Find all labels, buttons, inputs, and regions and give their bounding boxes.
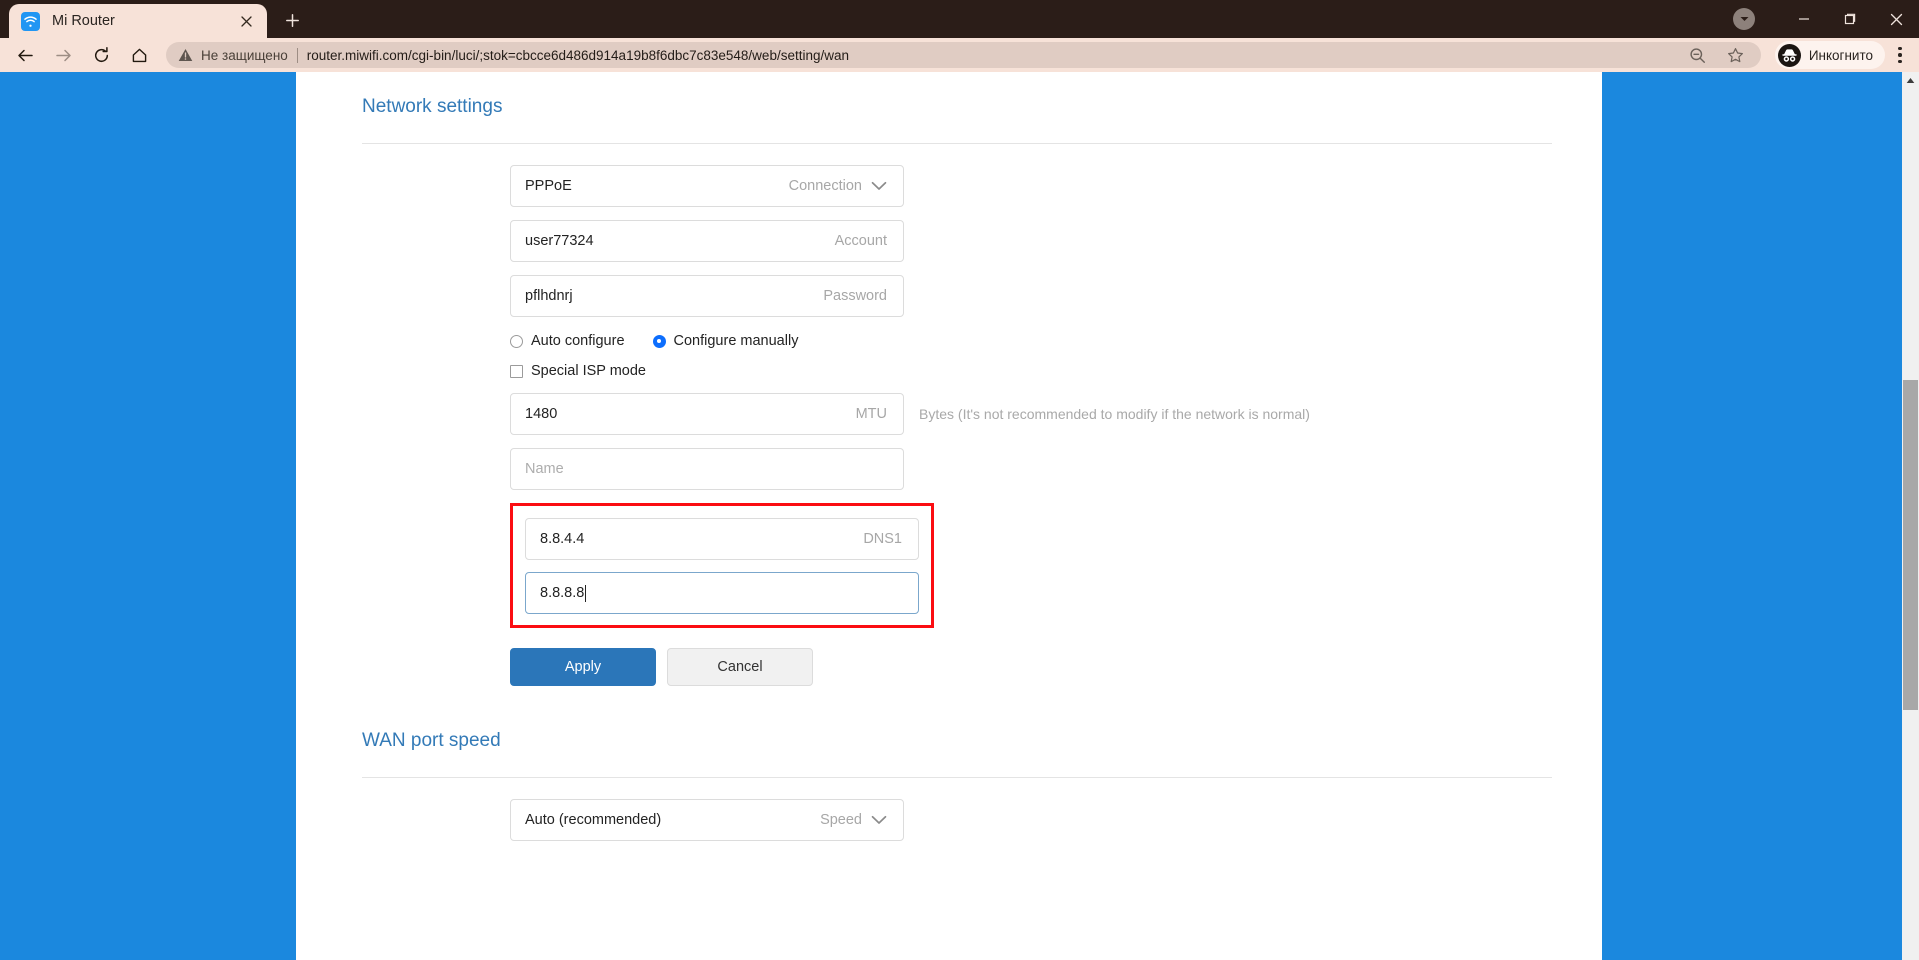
kebab-menu-icon[interactable]	[1887, 40, 1913, 70]
form-row-password: pflhdnrj Password	[362, 275, 1552, 317]
apply-button[interactable]: Apply	[510, 648, 656, 686]
checkbox-special-isp-mode[interactable]: Special ISP mode	[510, 363, 646, 379]
wifi-icon	[21, 11, 40, 31]
mtu-value: 1480	[525, 406, 558, 422]
reload-icon[interactable]	[86, 40, 116, 70]
password-value: pflhdnrj	[525, 288, 573, 304]
new-tab-button[interactable]	[277, 5, 307, 35]
connection-type-label: Connection	[789, 178, 887, 194]
zoom-out-icon[interactable]	[1683, 40, 1713, 70]
browser-toolbar: Не защищено router.miwifi.com/cgi-bin/lu…	[0, 38, 1919, 72]
wan-port-speed-title: WAN port speed	[362, 730, 501, 751]
scrollbar-thumb[interactable]	[1903, 380, 1918, 710]
incognito-icon	[1777, 43, 1801, 67]
dns2-value: 8.8.8.8	[540, 585, 585, 601]
radio-icon-checked[interactable]	[652, 334, 666, 348]
account-value: user77324	[525, 233, 594, 249]
security-status-text: Не защищено	[201, 47, 288, 63]
close-icon[interactable]	[235, 10, 257, 32]
name-placeholder: Name	[525, 461, 564, 477]
url-text[interactable]: router.miwifi.com/cgi-bin/luci/;stok=cbc…	[307, 48, 1679, 63]
chevron-down-icon[interactable]	[871, 181, 887, 191]
wan-speed-value: Auto (recommended)	[525, 812, 662, 828]
minimize-button[interactable]	[1781, 0, 1827, 38]
mtu-hint: Bytes (It's not recommended to modify if…	[919, 406, 1310, 422]
home-icon[interactable]	[124, 40, 154, 70]
special-isp-label: Special ISP mode	[531, 363, 646, 379]
not-secure-warning-icon[interactable]	[178, 48, 193, 62]
radio-configure-manually[interactable]: Configure manually	[652, 333, 799, 349]
back-icon[interactable]	[10, 40, 40, 70]
profile-incognito-button[interactable]: Инкогнито	[1774, 41, 1885, 69]
close-window-button[interactable]	[1873, 0, 1919, 38]
password-label: Password	[823, 288, 887, 304]
wan-speed-label: Speed	[820, 812, 887, 828]
config-mode-group: Auto configure Configure manually	[362, 333, 1552, 349]
account-label: Account	[834, 233, 887, 249]
form-row-connection: PPPoE Connection	[362, 165, 1552, 207]
star-icon[interactable]	[1721, 40, 1751, 70]
form-row-account: user77324 Account	[362, 220, 1552, 262]
forward-icon	[48, 40, 78, 70]
page-content: Network settings PPPoE Connection user77…	[296, 72, 1602, 841]
profile-label: Инкогнито	[1808, 47, 1873, 63]
tab-strip: Mi Router	[0, 0, 1919, 38]
browser-tab[interactable]: Mi Router	[9, 4, 267, 38]
omnibox-divider	[296, 47, 298, 63]
mtu-label: MTU	[855, 406, 887, 422]
wan-speed-label-text: Speed	[820, 812, 862, 828]
wan-port-speed-form: Auto (recommended) Speed	[362, 778, 1552, 841]
page-scrollbar[interactable]	[1902, 72, 1919, 960]
wan-speed-select[interactable]: Auto (recommended) Speed	[510, 799, 904, 841]
page-viewport: Network settings PPPoE Connection user77…	[0, 72, 1919, 960]
window-controls	[1733, 0, 1919, 38]
text-cursor	[585, 584, 587, 602]
dns1-label: DNS1	[863, 531, 902, 547]
form-row-speed: Auto (recommended) Speed	[362, 799, 1552, 841]
form-row-name: Name	[362, 448, 1552, 490]
connection-type-value: PPPoE	[525, 178, 572, 194]
radio-configure-manually-label: Configure manually	[673, 333, 799, 349]
tab-title: Mi Router	[52, 13, 115, 29]
special-isp-group: Special ISP mode	[362, 363, 1552, 379]
connection-type-label-text: Connection	[788, 178, 862, 194]
mtu-field[interactable]: 1480 MTU	[510, 393, 904, 435]
connection-type-select[interactable]: PPPoE Connection	[510, 165, 904, 207]
address-bar[interactable]: Не защищено router.miwifi.com/cgi-bin/lu…	[166, 42, 1761, 68]
page-title: Network settings	[362, 96, 503, 117]
checkbox-icon-unchecked[interactable]	[510, 364, 523, 378]
account-field[interactable]: user77324 Account	[510, 220, 904, 262]
browser-window: Mi Router Не защищено router.miwifi.com/…	[0, 0, 1919, 960]
network-settings-form: PPPoE Connection user77324 Account pflhd…	[362, 144, 1552, 686]
dns1-field[interactable]: 8.8.4.4 DNS1	[525, 518, 919, 560]
maximize-button[interactable]	[1827, 0, 1873, 38]
form-row-mtu: 1480 MTU Bytes (It's not recommended to …	[362, 393, 1552, 435]
radio-auto-configure-label: Auto configure	[531, 333, 625, 349]
dns-highlight-annotation: 8.8.4.4 DNS1 8.8.8.8	[510, 503, 934, 628]
cancel-button[interactable]: Cancel	[667, 648, 813, 686]
chevron-down-icon[interactable]	[1733, 8, 1755, 30]
chevron-down-icon[interactable]	[871, 815, 887, 825]
dns2-field[interactable]: 8.8.8.8	[525, 572, 919, 614]
radio-auto-configure[interactable]: Auto configure	[510, 333, 625, 349]
dns1-value: 8.8.4.4	[540, 531, 585, 547]
radio-icon-unchecked[interactable]	[510, 334, 523, 348]
form-actions: Apply Cancel	[362, 648, 1552, 686]
scroll-up-arrow-icon[interactable]	[1902, 72, 1919, 89]
name-field[interactable]: Name	[510, 448, 904, 490]
password-field[interactable]: pflhdnrj Password	[510, 275, 904, 317]
router-admin-page: Network settings PPPoE Connection user77…	[296, 72, 1602, 960]
omnibox-actions	[1679, 40, 1755, 70]
